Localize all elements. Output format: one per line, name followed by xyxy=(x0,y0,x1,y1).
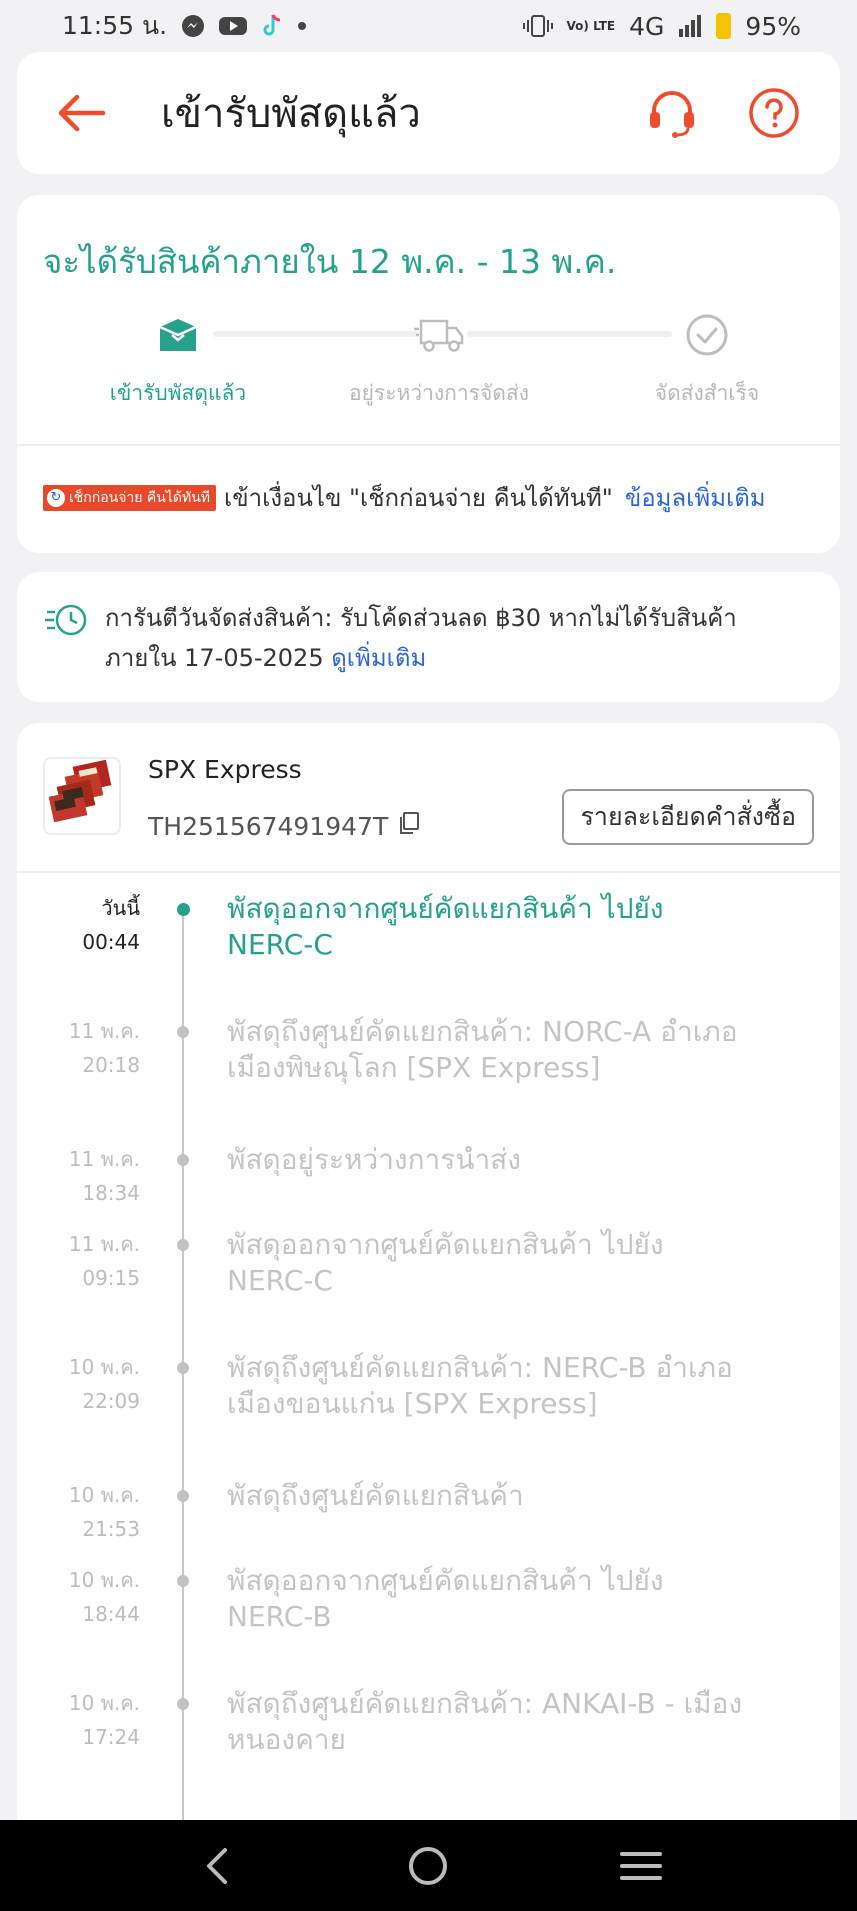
event-date: 10 พ.ค. 17:24 xyxy=(68,1691,140,1749)
eta-range: 12 พ.ค. - 13 พ.ค. xyxy=(348,242,617,281)
event-date: 11 พ.ค. 20:18 xyxy=(68,1019,140,1077)
event-description: พัสดุออกจากศูนย์คัดแยกสินค้า ไปยัง NERC-B xyxy=(227,1564,664,1633)
recents-nav-icon xyxy=(619,1851,662,1880)
event-description: พัสดุออกจากศูนย์คัดแยกสินค้า ไปยัง NERC-C xyxy=(227,1228,664,1297)
network-type: 4G xyxy=(629,11,665,41)
delivery-guarantee-card: การันตีวันจัดส่งสินค้า: รับโค้ดส่วนลด ฿3… xyxy=(17,572,840,702)
step-delivered: จัดส่งสำเร็จ xyxy=(592,307,822,410)
tracking-number: TH251567491947T xyxy=(148,811,389,841)
signal-icon xyxy=(678,15,702,37)
step-in-transit: อยู่ระหว่างการจัดส่ง xyxy=(324,307,554,410)
back-nav-button[interactable] xyxy=(176,1826,256,1906)
event-description: พัสดุถึงศูนย์คัดแยกสินค้า: NORC-A อำเภอเ… xyxy=(227,1015,738,1084)
eta-text: จะได้รับสินค้าภายใน 12 พ.ค. - 13 พ.ค. xyxy=(43,235,616,288)
timeline-dot xyxy=(177,1698,189,1710)
support-chat-button[interactable] xyxy=(630,71,714,155)
carrier-name: SPX Express xyxy=(148,755,302,784)
page-title: เข้ารับพัสดุแล้ว xyxy=(161,91,421,137)
app-header: เข้ารับพัสดุแล้ว xyxy=(17,52,840,174)
question-circle-icon xyxy=(749,88,799,138)
eta-prefix: จะได้รับสินค้าภายใน xyxy=(43,242,349,281)
home-nav-button[interactable] xyxy=(388,1826,468,1906)
tracking-number-row: TH251567491947T xyxy=(148,811,420,841)
clock: 11:55 น. xyxy=(62,11,168,40)
timeline-dot xyxy=(177,1154,189,1166)
help-button[interactable] xyxy=(732,71,816,155)
event-description: พัสดุถึงศูนย์คัดแยกสินค้า: NERC-B อำเภอเ… xyxy=(227,1351,733,1420)
timeline-dot xyxy=(177,1362,189,1374)
event-description: พัสดุออกจากศูนย์คัดแยกสินค้า ไปยัง NERC-C xyxy=(227,892,664,961)
home-nav-icon xyxy=(409,1846,448,1885)
battery-icon xyxy=(716,13,732,39)
event-description: พัสดุถึงศูนย์คัดแยกสินค้า: ANKAI-B - เมื… xyxy=(227,1687,743,1756)
dot-icon xyxy=(297,21,307,31)
event-description: พัสดุอยู่ระหว่างการนำส่ง xyxy=(227,1143,521,1176)
timeline-dot xyxy=(177,1490,189,1502)
tracking-timeline: วันนี้ 00:44 พัสดุออกจากศูนย์คัดแยกสินค้า… xyxy=(17,871,840,1823)
check-circle-icon xyxy=(686,314,728,356)
step-label: เข้ารับพัสดุแล้ว xyxy=(109,381,247,405)
timeline-dot xyxy=(177,1239,189,1251)
status-bar: 11:55 น. Vo) LTE 4G 95% xyxy=(0,0,857,52)
event-description: พัสดุถึงศูนย์คัดแยกสินค้า xyxy=(227,1479,524,1512)
check-before-pay-badge: ↻ เช็กก่อนจ่าย คืนได้ทันที xyxy=(43,484,217,511)
status-bar-right: Vo) LTE 4G 95% xyxy=(522,11,801,41)
delivery-status-card: จะได้รับสินค้าภายใน 12 พ.ค. - 13 พ.ค. เข… xyxy=(17,195,840,553)
timeline-dot xyxy=(177,1026,189,1038)
vibrate-icon xyxy=(522,15,553,37)
headset-icon xyxy=(650,91,694,138)
step-label: อยู่ระหว่างการจัดส่ง xyxy=(349,381,529,405)
recents-nav-button[interactable] xyxy=(601,1826,681,1906)
event-date: 10 พ.ค. 18:44 xyxy=(68,1568,140,1626)
youtube-icon xyxy=(219,15,248,37)
refresh-icon: ↻ xyxy=(47,488,65,507)
truck-icon xyxy=(414,319,464,352)
badge-label: เช็กก่อนจ่าย คืนได้ทันที xyxy=(69,489,211,506)
see-more-link[interactable]: ดูเพิ่มเติม xyxy=(331,644,426,672)
step-label: จัดส่งสำเร็จ xyxy=(654,381,760,405)
check-before-pay-promo: ↻ เช็กก่อนจ่าย คืนได้ทันที เข้าเงื่อนไข … xyxy=(43,478,766,517)
timeline-dot xyxy=(177,1575,189,1587)
event-date: 10 พ.ค. 22:09 xyxy=(68,1355,140,1413)
system-nav-bar xyxy=(0,1820,857,1911)
event-date: 10 พ.ค. 21:53 xyxy=(68,1483,140,1541)
guarantee-line1: การันตีวันจัดส่งสินค้า: รับโค้ดส่วนลด ฿3… xyxy=(105,604,737,632)
guarantee-line2: ภายใน 17-05-2025 xyxy=(105,644,332,672)
tracking-card: SPX Express TH251567491947T รายละเอียดคำ… xyxy=(17,723,840,1823)
copy-icon[interactable] xyxy=(398,811,420,841)
step-picked-up: เข้ารับพัสดุแล้ว xyxy=(63,307,293,410)
promo-text: เข้าเงื่อนไข "เช็กก่อนจ่าย คืนได้ทันที" xyxy=(224,484,613,512)
guarantee-text: การันตีวันจัดส่งสินค้า: รับโค้ดส่วนลด ฿3… xyxy=(105,598,815,678)
box-icon xyxy=(159,319,197,351)
progress-steps: เข้ารับพัสดุแล้ว อยู่ระหว่างการจัดส่ง จั… xyxy=(17,307,840,417)
status-bar-left: 11:55 น. xyxy=(62,6,307,46)
tiktok-icon xyxy=(261,13,283,39)
timeline-dot xyxy=(177,903,190,916)
messenger-icon xyxy=(181,14,205,38)
product-thumbnail xyxy=(43,757,121,835)
event-date: 11 พ.ค. 18:34 xyxy=(68,1147,140,1205)
divider xyxy=(17,444,840,446)
battery-level: 95% xyxy=(745,11,801,41)
event-date: วันนี้ 00:44 xyxy=(82,896,140,954)
back-nav-icon xyxy=(207,1847,228,1884)
arrow-left-icon xyxy=(58,94,106,132)
back-button[interactable] xyxy=(37,69,125,157)
event-date: 11 พ.ค. 09:15 xyxy=(68,1232,140,1290)
order-details-button[interactable]: รายละเอียดคำสั่งซื้อ xyxy=(562,789,814,845)
volte-label: Vo) LTE xyxy=(566,19,616,33)
more-info-link[interactable]: ข้อมูลเพิ่มเติม xyxy=(625,478,766,517)
fast-clock-icon xyxy=(45,602,89,642)
